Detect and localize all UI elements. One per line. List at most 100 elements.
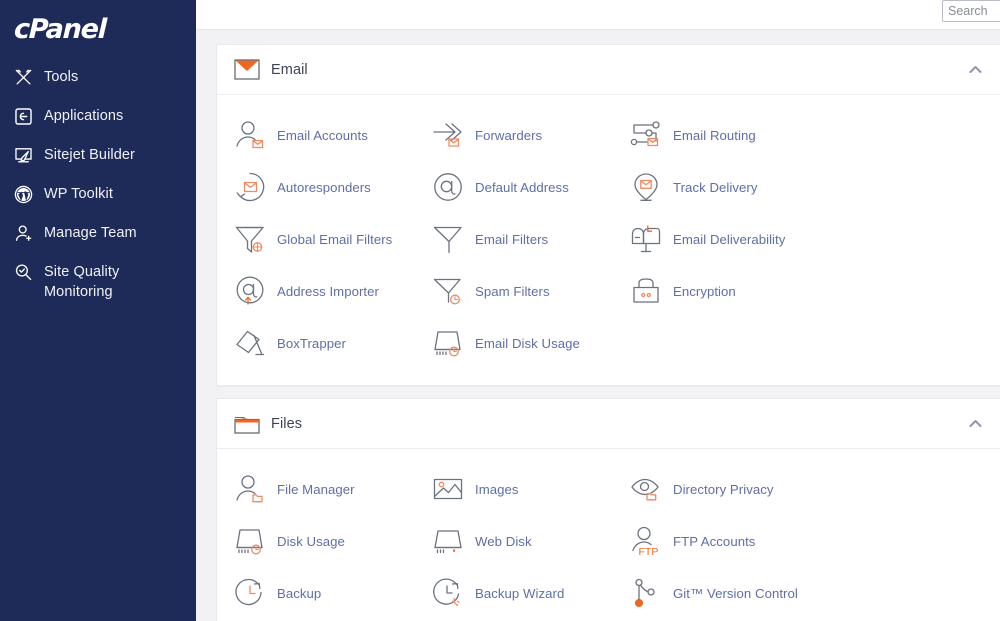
tile-forwarders[interactable]: Forwarders <box>415 109 613 161</box>
backup-wizard-icon <box>431 576 465 610</box>
tile-label: Web Disk <box>475 533 532 550</box>
tile-label: Disk Usage <box>277 533 345 550</box>
section-header-files[interactable]: Files <box>217 399 1000 449</box>
tile-boxtrapper[interactable]: BoxTrapper <box>217 317 415 369</box>
tile-ftp-accounts[interactable]: FTP FTP Accounts <box>613 515 811 567</box>
sidebar-item-label: Manage Team <box>44 223 137 243</box>
tile-label: Images <box>475 481 519 498</box>
tile-images[interactable]: Images <box>415 463 613 515</box>
brand-logo[interactable]: cPanel <box>0 0 196 58</box>
tile-web-disk[interactable]: Web Disk <box>415 515 613 567</box>
tile-label: Email Accounts <box>277 127 368 144</box>
tile-label: Directory Privacy <box>673 481 774 498</box>
section-title: Files <box>271 416 302 432</box>
tile-label: Git™ Version Control <box>673 585 798 602</box>
global-email-filters-icon <box>233 222 267 256</box>
section-header-email[interactable]: Email <box>217 45 1000 95</box>
applications-icon <box>12 106 34 127</box>
tile-label: Default Address <box>475 179 569 196</box>
tile-label: Global Email Filters <box>277 231 392 248</box>
forwarders-icon <box>431 118 465 152</box>
tile-label: Address Importer <box>277 283 379 300</box>
chevron-up-icon[interactable] <box>966 61 984 79</box>
tile-email-accounts[interactable]: Email Accounts <box>217 109 415 161</box>
main-content: Email <box>196 0 1000 621</box>
tile-grid-email: Email Accounts <box>217 109 1000 369</box>
email-disk-usage-icon <box>431 326 465 360</box>
folder-icon <box>233 412 261 436</box>
manage-team-icon <box>12 223 34 244</box>
tile-address-importer[interactable]: Address Importer <box>217 265 415 317</box>
cpanel-app: cPanel Tools <box>0 0 1000 621</box>
tile-backup[interactable]: Backup <box>217 567 415 619</box>
section-card-email: Email <box>216 44 1000 386</box>
tile-grid-files: File Manager Images <box>217 463 1000 621</box>
tile-label: Email Filters <box>475 231 548 248</box>
tile-backup-wizard[interactable]: Backup Wizard <box>415 567 613 619</box>
sidebar-item-tools[interactable]: Tools <box>0 58 196 97</box>
tile-label: Track Delivery <box>673 179 757 196</box>
backup-icon <box>233 576 267 610</box>
tile-label: File Manager <box>277 481 355 498</box>
address-importer-icon <box>233 274 267 308</box>
search-input[interactable] <box>942 0 1000 22</box>
tile-autoresponders[interactable]: Autoresponders <box>217 161 415 213</box>
tile-label: Email Disk Usage <box>475 335 580 352</box>
chevron-up-icon[interactable] <box>966 415 984 433</box>
sidebar-item-wp-toolkit[interactable]: WP Toolkit <box>0 175 196 214</box>
git-version-control-icon <box>629 576 663 610</box>
cpanel-logo-text: cPanel <box>14 16 107 43</box>
tile-spam-filters[interactable]: Spam Filters <box>415 265 613 317</box>
tile-label: Forwarders <box>475 127 542 144</box>
ftp-accounts-icon: FTP <box>629 524 663 558</box>
topbar <box>196 0 1000 30</box>
tile-track-delivery[interactable]: Track Delivery <box>613 161 811 213</box>
wordpress-icon <box>12 184 34 205</box>
autoresponders-icon <box>233 170 267 204</box>
sidebar-item-site-quality-monitoring[interactable]: Site Quality Monitoring <box>0 253 196 311</box>
envelope-icon <box>233 58 261 82</box>
tile-email-deliverability[interactable]: Email Deliverability <box>613 213 811 265</box>
tools-content-area: Email <box>196 30 1000 621</box>
tile-git-version-control[interactable]: Git™ Version Control <box>613 567 811 619</box>
section-body-email: Email Accounts <box>217 95 1000 385</box>
search-container <box>942 0 1000 22</box>
tile-default-address[interactable]: Default Address <box>415 161 613 213</box>
tile-email-disk-usage[interactable]: Email Disk Usage <box>415 317 613 369</box>
tile-encryption[interactable]: Encryption <box>613 265 811 317</box>
sidebar-item-manage-team[interactable]: Manage Team <box>0 214 196 253</box>
sidebar-item-label: Sitejet Builder <box>44 145 135 165</box>
sidebar-nav: Tools Applications <box>0 58 196 311</box>
track-delivery-icon <box>629 170 663 204</box>
tile-label: Backup Wizard <box>475 585 564 602</box>
site-quality-monitoring-icon <box>12 262 34 283</box>
disk-usage-icon <box>233 524 267 558</box>
tile-label: Email Deliverability <box>673 231 785 248</box>
tile-disk-usage[interactable]: Disk Usage <box>217 515 415 567</box>
email-deliverability-icon <box>629 222 663 256</box>
sidebar-item-applications[interactable]: Applications <box>0 97 196 136</box>
tile-email-filters[interactable]: Email Filters <box>415 213 613 265</box>
sidebar-item-sitejet-builder[interactable]: Sitejet Builder <box>0 136 196 175</box>
sidebar: cPanel Tools <box>0 0 196 621</box>
spam-filters-icon <box>431 274 465 308</box>
tile-label: BoxTrapper <box>277 335 346 352</box>
images-icon <box>431 472 465 506</box>
sidebar-item-label: Site Quality Monitoring <box>44 262 184 302</box>
web-disk-icon <box>431 524 465 558</box>
tile-email-routing[interactable]: Email Routing <box>613 109 811 161</box>
boxtrapper-icon <box>233 326 267 360</box>
sitejet-builder-icon <box>12 145 34 166</box>
email-routing-icon <box>629 118 663 152</box>
default-address-icon <box>431 170 465 204</box>
tile-global-email-filters[interactable]: Global Email Filters <box>217 213 415 265</box>
email-filters-icon <box>431 222 465 256</box>
tile-file-manager[interactable]: File Manager <box>217 463 415 515</box>
directory-privacy-icon <box>629 472 663 506</box>
sidebar-item-label: WP Toolkit <box>44 184 113 204</box>
tile-label: Autoresponders <box>277 179 371 196</box>
tile-directory-privacy[interactable]: Directory Privacy <box>613 463 811 515</box>
sidebar-item-label: Applications <box>44 106 123 126</box>
sidebar-item-label: Tools <box>44 67 78 87</box>
tile-label: FTP Accounts <box>673 533 755 550</box>
